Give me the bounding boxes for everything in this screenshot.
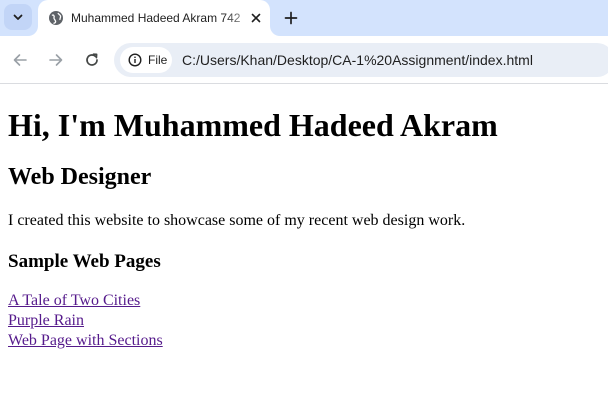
browser-tab-active[interactable]: Muhammed Hadeed Akram 742 xyxy=(38,0,270,36)
info-icon xyxy=(128,53,142,67)
arrow-right-icon xyxy=(49,54,63,66)
page-heading: Hi, I'm Muhammed Hadeed Akram xyxy=(8,107,498,143)
link-a-tale-of-two-cities[interactable]: A Tale of Two Cities xyxy=(8,291,163,311)
url-text[interactable]: C:/Users/Khan/Desktop/CA-1%20Assignment/… xyxy=(182,52,602,68)
chevron-down-icon xyxy=(13,14,23,20)
forward-button[interactable] xyxy=(44,48,68,72)
sample-pages-list: A Tale of Two Cities Purple Rain Web Pag… xyxy=(8,291,163,351)
close-icon xyxy=(251,13,261,23)
address-bar[interactable]: File C:/Users/Khan/Desktop/CA-1%20Assign… xyxy=(114,43,608,77)
arrow-left-icon xyxy=(13,54,27,66)
back-button[interactable] xyxy=(8,48,32,72)
link-purple-rain[interactable]: Purple Rain xyxy=(8,311,163,331)
plus-icon xyxy=(284,11,298,25)
reload-button[interactable] xyxy=(80,48,104,72)
globe-icon xyxy=(49,11,63,25)
site-info-button[interactable]: File xyxy=(120,47,172,73)
section-title: Sample Web Pages xyxy=(8,251,161,272)
site-info-label: File xyxy=(148,53,168,67)
page-content: Hi, I'm Muhammed Hadeed Akram Web Design… xyxy=(0,85,608,412)
tab-strip: Muhammed Hadeed Akram 742 xyxy=(0,0,608,36)
reload-icon xyxy=(86,53,98,66)
browser-toolbar: File C:/Users/Khan/Desktop/CA-1%20Assign… xyxy=(0,36,608,84)
intro-paragraph: I created this website to showcase some … xyxy=(8,212,466,229)
close-tab-button[interactable] xyxy=(247,9,265,27)
new-tab-button[interactable] xyxy=(279,6,303,30)
tab-title: Muhammed Hadeed Akram 742 xyxy=(71,11,241,25)
link-web-page-with-sections[interactable]: Web Page with Sections xyxy=(8,331,163,351)
page-subheading: Web Designer xyxy=(8,164,152,190)
